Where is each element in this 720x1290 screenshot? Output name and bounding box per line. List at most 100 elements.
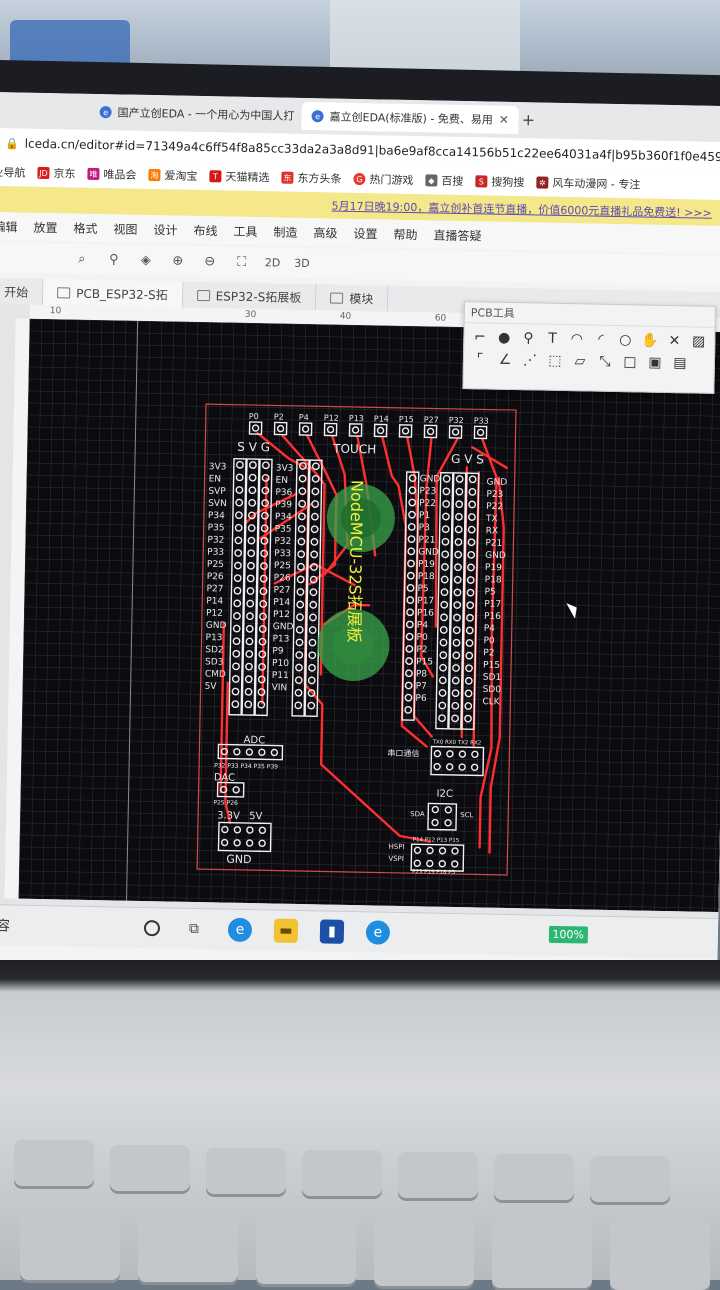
- view-2d-button[interactable]: 2D: [265, 256, 281, 269]
- bookmark-item[interactable]: 唯唯品会: [87, 166, 137, 183]
- taskbar-search[interactable]: 内容: [0, 915, 122, 938]
- circle-tool-icon[interactable]: ○: [618, 332, 634, 348]
- find-icon[interactable]: ⚲: [105, 250, 123, 268]
- arc-tool-icon[interactable]: ◠: [569, 331, 585, 347]
- hspi-label: HSPI: [389, 843, 405, 851]
- connect-tool-icon[interactable]: ⋰: [522, 352, 538, 368]
- left-inner-pin-label: P10: [272, 659, 289, 669]
- left-inner-pin-label: P11: [272, 671, 289, 681]
- left-inner-pin-label: 3V3: [276, 463, 294, 473]
- browser-tab[interactable]: e 国产立创EDA - 一个用心为中国人打: [89, 98, 304, 130]
- ruler-tick: 10: [49, 306, 62, 317]
- erase-icon[interactable]: ◈: [137, 251, 155, 269]
- bookmark-item[interactable]: S 搜狗搜: [475, 173, 524, 190]
- search-icon[interactable]: ⌕: [73, 250, 91, 268]
- top-pin-label: P14: [374, 414, 389, 423]
- menu-view[interactable]: 视图: [113, 220, 137, 237]
- banner-text[interactable]: 5月17日晚19:00，嘉立创补首连节直播，价值6000元直播礼品免费送! >>…: [331, 198, 711, 221]
- laptop-body: [0, 960, 720, 1290]
- edge-icon[interactable]: e: [227, 917, 253, 943]
- keyboard-key: [138, 1212, 238, 1282]
- right-pin-label: RX: [486, 526, 499, 536]
- angle-tool-icon[interactable]: ∠: [497, 352, 513, 368]
- serial-label: 串口通信: [387, 748, 419, 759]
- browser-tab-active[interactable]: e 嘉立创EDA(标准版) - 免费、易用 ✕: [301, 101, 520, 135]
- doc-tab-module[interactable]: 模块: [316, 284, 389, 312]
- site-icon: e: [99, 106, 112, 119]
- track-tool-icon[interactable]: ⌐: [472, 329, 488, 345]
- bookmark-label: 搜狗搜: [491, 175, 525, 190]
- task-view-icon[interactable]: ⧉: [182, 917, 206, 941]
- taobao-icon: 淘: [148, 168, 161, 182]
- ruler-tick: 60: [434, 313, 447, 324]
- pcb-tools-panel: PCB工具 ⌐ ● ⚲ T ◠ ◜ ○ ✋ ✕ ▨ ⌜ ∠ ⋰ ⬚ ▱ ⤡ □ …: [462, 301, 717, 394]
- menu-place[interactable]: 放置: [33, 218, 57, 235]
- view-3d-button[interactable]: 3D: [294, 256, 310, 269]
- rect-tool-icon[interactable]: □: [622, 354, 638, 370]
- sogou-icon: S: [475, 175, 488, 188]
- left-pin-label: SD3: [205, 657, 224, 667]
- bookmark-label: 风车动漫网 - 专注: [552, 176, 641, 192]
- menu-format[interactable]: 格式: [73, 219, 97, 236]
- doc-tab-schematic[interactable]: ESP32-S拓展板: [182, 281, 317, 311]
- app-icon[interactable]: ▮: [319, 919, 345, 944]
- menu-advanced[interactable]: 高级: [313, 224, 337, 241]
- menu-help[interactable]: 帮助: [393, 225, 417, 242]
- bookmark-item[interactable]: ◆ 百搜: [425, 172, 463, 189]
- cortana-icon[interactable]: [143, 920, 161, 937]
- doc-tab-start[interactable]: 开始: [0, 277, 44, 305]
- menu-live-qa[interactable]: 直播答疑: [433, 226, 481, 244]
- solid-region-tool-icon[interactable]: ▱: [572, 353, 588, 369]
- arc2-tool-icon[interactable]: ◜: [593, 332, 609, 348]
- left-pin-label: SD2: [205, 645, 224, 655]
- i2c-label: I2C: [436, 789, 453, 800]
- zoom-out-icon[interactable]: ⊖: [201, 252, 219, 270]
- doc-tab-pcb[interactable]: PCB_ESP32-S拓: [42, 278, 183, 308]
- image-tool-icon[interactable]: ▨: [691, 333, 707, 349]
- bookmark-item[interactable]: ✲ 风车动漫网 - 专注: [536, 174, 640, 192]
- right-pin-label: TX: [485, 514, 498, 524]
- right-inner-pin-label: P18: [418, 572, 435, 582]
- menu-fabrication[interactable]: 制造: [273, 223, 297, 240]
- menu-settings[interactable]: 设置: [353, 224, 377, 241]
- pad-tool-icon[interactable]: ●: [496, 330, 512, 346]
- hole-tool-icon[interactable]: ▣: [647, 355, 663, 371]
- file-explorer-icon[interactable]: ▬: [273, 918, 299, 943]
- via-tool-icon[interactable]: ⚲: [521, 330, 537, 346]
- copper-area-tool-icon[interactable]: ⬚: [547, 353, 563, 369]
- right-inner-pin-label: P1: [419, 511, 430, 521]
- left-inner-pin-label: P26: [274, 573, 291, 583]
- vspi-label: VSPI: [388, 855, 404, 863]
- dimension-tool-icon[interactable]: ⤡: [597, 354, 613, 370]
- bookmark-item[interactable]: 业导航: [0, 164, 26, 181]
- left-pin-label: P13: [205, 633, 222, 643]
- pan-tool-icon[interactable]: ✋: [641, 332, 659, 348]
- pwr-5-label: 5V: [249, 811, 263, 822]
- zoom-in-icon[interactable]: ⊕: [169, 251, 187, 269]
- browser-icon[interactable]: e: [365, 920, 391, 945]
- right-inner-pin-label: P5: [417, 584, 428, 594]
- bookmark-item[interactable]: G 热门游戏: [353, 171, 414, 188]
- bookmark-item[interactable]: T 天猫精选: [209, 168, 270, 185]
- top-pin-label: P27: [424, 415, 439, 424]
- cross-tool-icon[interactable]: ✕: [667, 333, 683, 349]
- new-tab-button[interactable]: +: [521, 110, 535, 129]
- bookmark-item[interactable]: JD 京东: [37, 165, 76, 182]
- bookmark-item[interactable]: 淘爱淘宝: [148, 167, 198, 184]
- menu-design[interactable]: 设计: [153, 221, 177, 238]
- menu-route[interactable]: 布线: [193, 221, 217, 238]
- fit-view-icon[interactable]: ⛶: [233, 253, 251, 271]
- right-pin-label: P19: [485, 563, 502, 573]
- bookmark-label: 京东: [53, 167, 76, 181]
- keyboard-key: [374, 1216, 474, 1286]
- pcb-canvas[interactable]: P0 P2 P4 P12 P13 P14 P15 P27 P32 P33 S V G TOUCH …: [18, 318, 720, 913]
- touch-label: TOUCH: [332, 442, 376, 457]
- photo-tool-icon[interactable]: ▤: [672, 355, 688, 371]
- menu-edit[interactable]: 编辑: [0, 218, 18, 235]
- corner-tool-icon[interactable]: ⌜: [472, 351, 488, 367]
- bookmark-item[interactable]: 东东方头条: [281, 170, 342, 187]
- text-tool-icon[interactable]: T: [545, 331, 561, 347]
- menu-tools[interactable]: 工具: [233, 222, 257, 239]
- right-inner-pin-label: P7: [416, 682, 427, 692]
- close-icon[interactable]: ✕: [499, 113, 509, 127]
